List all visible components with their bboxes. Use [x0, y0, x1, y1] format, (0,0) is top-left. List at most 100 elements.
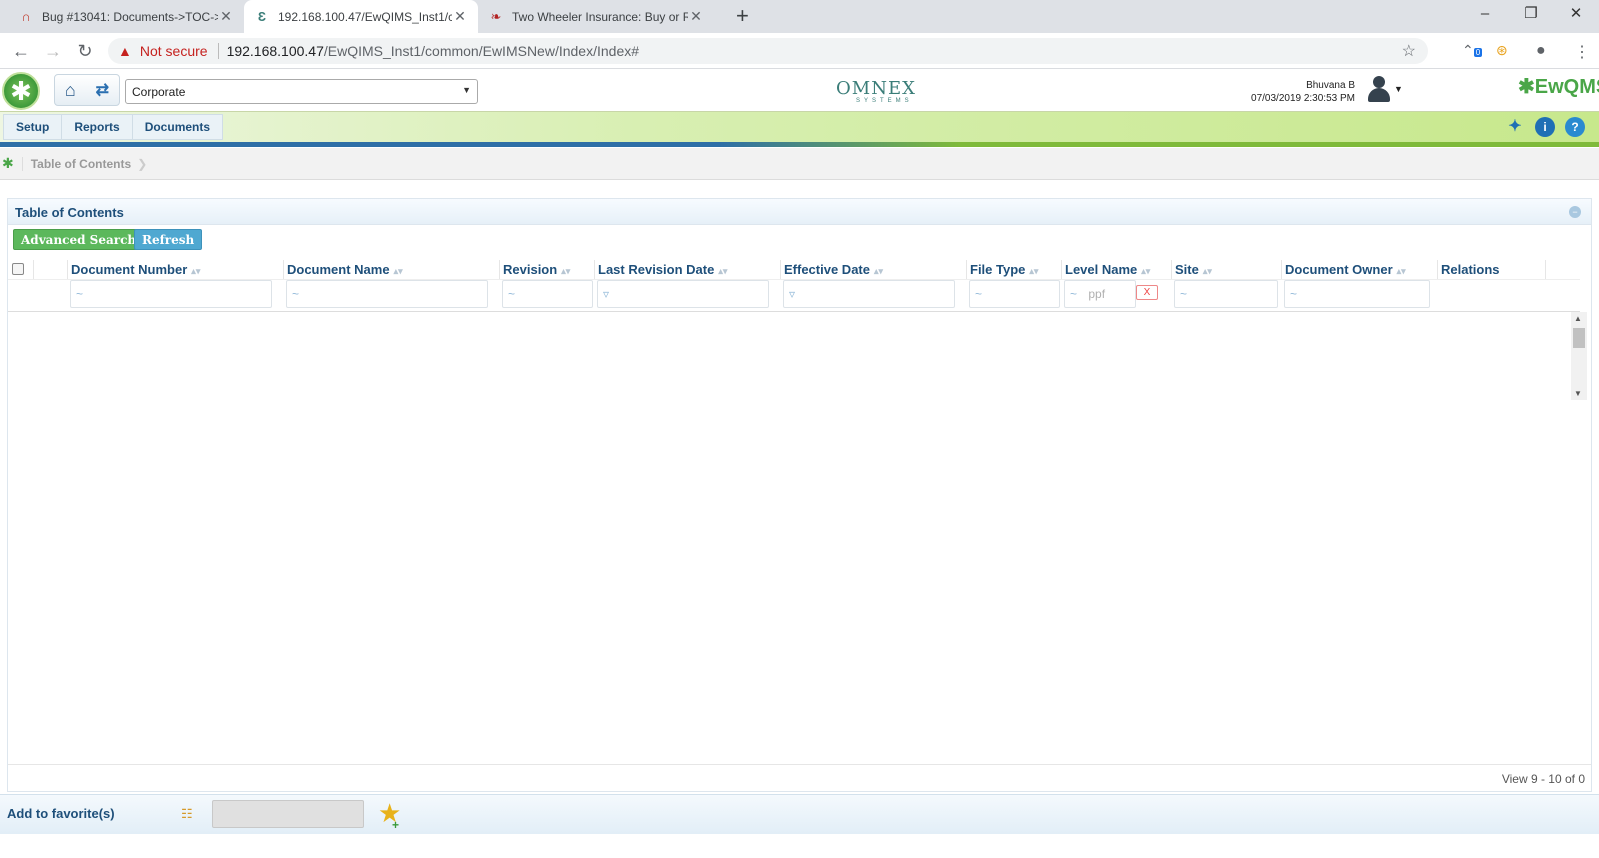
- advanced-search-button[interactable]: Advanced Search: [13, 229, 145, 250]
- extension-badge: 0: [1473, 48, 1483, 57]
- scroll-up-icon[interactable]: ▲: [1574, 314, 1582, 323]
- refresh-icon[interactable]: ⇄: [96, 80, 109, 100]
- browser-tab-bug[interactable]: ∩ Bug #13041: Documents->TOC-> ✕: [8, 0, 244, 33]
- header-color-strip: [0, 142, 1599, 147]
- omnex-logo: OMNEX SYSTEMS: [836, 78, 916, 104]
- minimize-icon[interactable]: –: [1462, 0, 1508, 30]
- not-secure-label[interactable]: Not secure: [140, 43, 208, 59]
- scroll-thumb[interactable]: [1573, 328, 1585, 348]
- favorite-name-input[interactable]: [212, 800, 364, 828]
- back-arrow-icon[interactable]: ←: [10, 40, 32, 62]
- filter-file-type[interactable]: ~: [969, 280, 1060, 308]
- filter-effective-date[interactable]: ▿: [783, 280, 955, 308]
- browser-tab-insurance[interactable]: ❧ Two Wheeler Insurance: Buy or Re ✕: [478, 0, 714, 33]
- user-info: Bhuvana B 07/03/2019 2:30:53 PM: [1215, 79, 1355, 105]
- help-icon[interactable]: ?: [1565, 117, 1585, 137]
- row-action-column: [34, 260, 68, 279]
- tab-title: Bug #13041: Documents->TOC->: [42, 9, 218, 24]
- filter-document-number[interactable]: ~: [70, 280, 272, 308]
- col-header-label: Document Number: [71, 262, 188, 277]
- current-datetime: 07/03/2019 2:30:53 PM: [1251, 93, 1355, 104]
- scroll-down-icon[interactable]: ▼: [1574, 389, 1582, 398]
- col-document-name[interactable]: Document Name ▴▾: [284, 260, 500, 279]
- col-file-type[interactable]: File Type ▴▾: [967, 260, 1062, 279]
- close-tab-icon[interactable]: ✕: [218, 8, 234, 25]
- sort-icon: ▴▾: [1029, 266, 1039, 276]
- menu-documents[interactable]: Documents: [133, 115, 222, 139]
- grid-filter-row: ~ ~ ~ ▿ ▿ ~ ~ ppf X ~ ~: [8, 280, 1580, 312]
- col-last-revision-date[interactable]: Last Revision Date ▴▾: [595, 260, 781, 279]
- breadcrumb-current: Table of Contents: [21, 156, 131, 171]
- user-name: Bhuvana B: [1306, 80, 1355, 91]
- grid-vertical-scrollbar[interactable]: ▲ ▼: [1571, 312, 1587, 400]
- redmine-favicon-icon: ∩: [21, 8, 31, 24]
- bookmark-star-icon[interactable]: ☆: [1402, 41, 1416, 61]
- user-menu-caret-icon[interactable]: ▼: [1394, 84, 1403, 94]
- col-header-label: Last Revision Date: [598, 262, 715, 277]
- info-icon[interactable]: i: [1535, 117, 1555, 137]
- pager-info: View 9 - 10 of 0: [1501, 772, 1585, 786]
- filter-last-revision-date[interactable]: ▿: [597, 280, 769, 308]
- menu-reports[interactable]: Reports: [62, 115, 133, 139]
- omnex-logo-text: OMNEX: [836, 78, 916, 99]
- col-effective-date[interactable]: Effective Date ▴▾: [781, 260, 967, 279]
- dropdown-arrow-icon: ▼: [462, 85, 471, 95]
- col-header-label: Document Owner: [1285, 262, 1393, 277]
- filter-level-name[interactable]: ~ ppf: [1064, 280, 1136, 308]
- ewqms-logo: ✱EwQMS: [1518, 74, 1599, 99]
- profile-icon[interactable]: ●: [1536, 42, 1546, 60]
- close-tab-icon[interactable]: ✕: [452, 8, 468, 25]
- sort-icon: ▴▾: [1202, 266, 1212, 276]
- extension-icon[interactable]: ⌃ 0: [1462, 42, 1483, 59]
- reload-icon[interactable]: ↻: [74, 40, 96, 62]
- pin-icon[interactable]: ✦: [1505, 117, 1525, 137]
- panel-header: Table of Contents −: [8, 199, 1591, 225]
- forward-arrow-icon[interactable]: →: [42, 40, 64, 62]
- add-to-favorites-label: Add to favorite(s): [7, 806, 115, 821]
- warning-icon: ▲: [118, 43, 132, 59]
- user-avatar-icon[interactable]: [1365, 74, 1393, 106]
- filter-document-name[interactable]: ~: [286, 280, 488, 308]
- close-tab-icon[interactable]: ✕: [688, 8, 704, 25]
- sort-icon: ▴▾: [393, 266, 403, 276]
- restore-icon[interactable]: ❐: [1508, 0, 1554, 30]
- separator: [217, 43, 219, 59]
- col-relations[interactable]: Relations: [1438, 260, 1546, 279]
- chrome-menu-icon[interactable]: ⋮: [1574, 42, 1590, 62]
- add-favorite-star-icon[interactable]: ★ +: [378, 800, 401, 832]
- favorites-bar: Add to favorite(s) ☷ ★ +: [0, 794, 1599, 834]
- col-revision[interactable]: Revision ▴▾: [500, 260, 595, 279]
- filter-revision[interactable]: ~: [502, 280, 593, 308]
- url-path: /EwQIMS_Inst1/common/EwIMSNew/Index/Inde…: [323, 43, 640, 59]
- col-document-owner[interactable]: Document Owner ▴▾: [1282, 260, 1438, 279]
- collapse-icon[interactable]: −: [1569, 206, 1581, 218]
- menu-setup[interactable]: Setup: [4, 115, 63, 139]
- main-menu-bar: Setup Reports Documents ✦ i ?: [0, 112, 1599, 142]
- new-tab-icon[interactable]: +: [736, 3, 749, 29]
- address-bar[interactable]: ▲ Not secure 192.168.100.47 /EwQIMS_Inst…: [108, 38, 1428, 64]
- tree-view-icon[interactable]: ☷: [181, 806, 197, 821]
- extension-2-icon[interactable]: ⊛: [1496, 42, 1508, 59]
- col-header-label: Relations: [1441, 262, 1500, 277]
- clear-filter-button[interactable]: X: [1136, 285, 1158, 300]
- col-site[interactable]: Site ▴▾: [1172, 260, 1282, 279]
- refresh-button[interactable]: Refresh: [134, 229, 203, 250]
- filter-document-owner[interactable]: ~: [1284, 280, 1430, 308]
- sort-icon: ▴▾: [191, 266, 201, 276]
- home-icon[interactable]: ⌂: [65, 80, 76, 101]
- sort-icon: ▴▾: [873, 266, 884, 276]
- select-all-checkbox[interactable]: [12, 263, 24, 275]
- grid-header-row: Document Number ▴▾ Document Name ▴▾ Revisi…: [8, 260, 1580, 280]
- organization-select[interactable]: Corporate ▼: [125, 79, 478, 104]
- breadcrumb-home-icon[interactable]: ✱: [2, 155, 14, 172]
- col-document-number[interactable]: Document Number ▴▾: [68, 260, 284, 279]
- insurance-favicon-icon: ❧: [490, 8, 502, 24]
- col-level-name[interactable]: Level Name ▴▾: [1062, 260, 1172, 279]
- browser-tab-ewqims[interactable]: Ɛ 192.168.100.47/EwQIMS_Inst1/cc ✕: [244, 0, 478, 33]
- filter-site[interactable]: ~: [1174, 280, 1278, 308]
- toc-panel: Table of Contents − Advanced Search Refr…: [7, 198, 1592, 792]
- window-close-icon[interactable]: ✕: [1553, 0, 1599, 30]
- filter-operator[interactable]: ~: [1070, 287, 1077, 301]
- app-logo-icon[interactable]: ✱: [2, 72, 40, 110]
- breadcrumb-separator: ❯: [137, 156, 148, 171]
